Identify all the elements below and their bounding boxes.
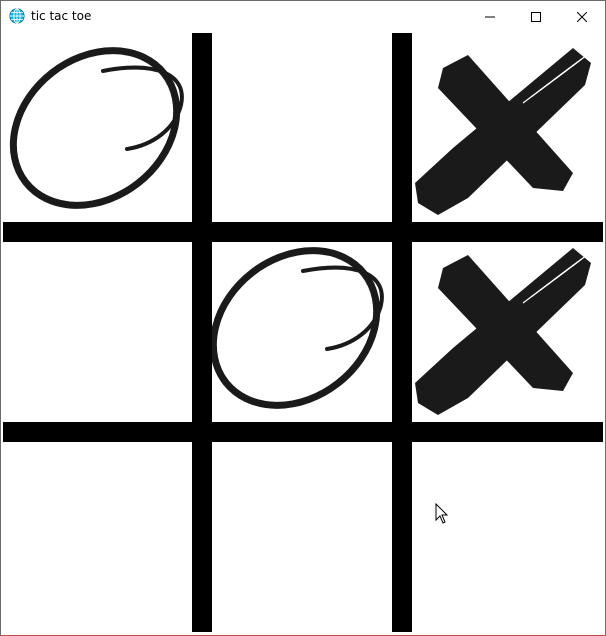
o-mark (209, 247, 384, 409)
cell-r3-c2[interactable] (203, 442, 392, 633)
game-board (3, 33, 603, 633)
mouse-pointer-icon (435, 503, 449, 524)
x-mark-strokes (415, 248, 591, 415)
x-mark (415, 248, 591, 415)
maximize-icon (531, 11, 541, 22)
close-icon (577, 11, 587, 22)
window-title: tic tac toe (31, 9, 92, 23)
grid-line-horizontal-2 (3, 422, 603, 442)
o-mark-strokes (9, 47, 184, 209)
minimize-button[interactable] (467, 1, 513, 32)
cell-r1-c3[interactable] (412, 33, 603, 222)
app-window: tic tac toe (0, 0, 606, 636)
close-button[interactable] (559, 1, 605, 32)
o-mark-strokes (209, 247, 384, 409)
maximize-button[interactable] (513, 1, 559, 32)
title-bar[interactable]: tic tac toe (1, 1, 605, 32)
grid-line-vertical-1 (192, 33, 212, 632)
x-mark-strokes (415, 48, 591, 215)
cell-r2-c1[interactable] (3, 233, 192, 422)
grid-line-horizontal-1 (3, 222, 603, 242)
minimize-icon (485, 16, 495, 17)
cell-r2-c3[interactable] (412, 233, 603, 422)
globe-icon (9, 8, 25, 24)
cell-r3-c3[interactable] (412, 442, 603, 633)
grid-line-vertical-2 (392, 33, 412, 632)
cell-r2-c2[interactable] (203, 233, 392, 422)
cell-r3-c1[interactable] (3, 442, 192, 633)
cell-r1-c2[interactable] (203, 33, 392, 222)
x-mark (415, 48, 591, 215)
o-mark (9, 47, 184, 209)
cell-r1-c1[interactable] (3, 33, 192, 222)
